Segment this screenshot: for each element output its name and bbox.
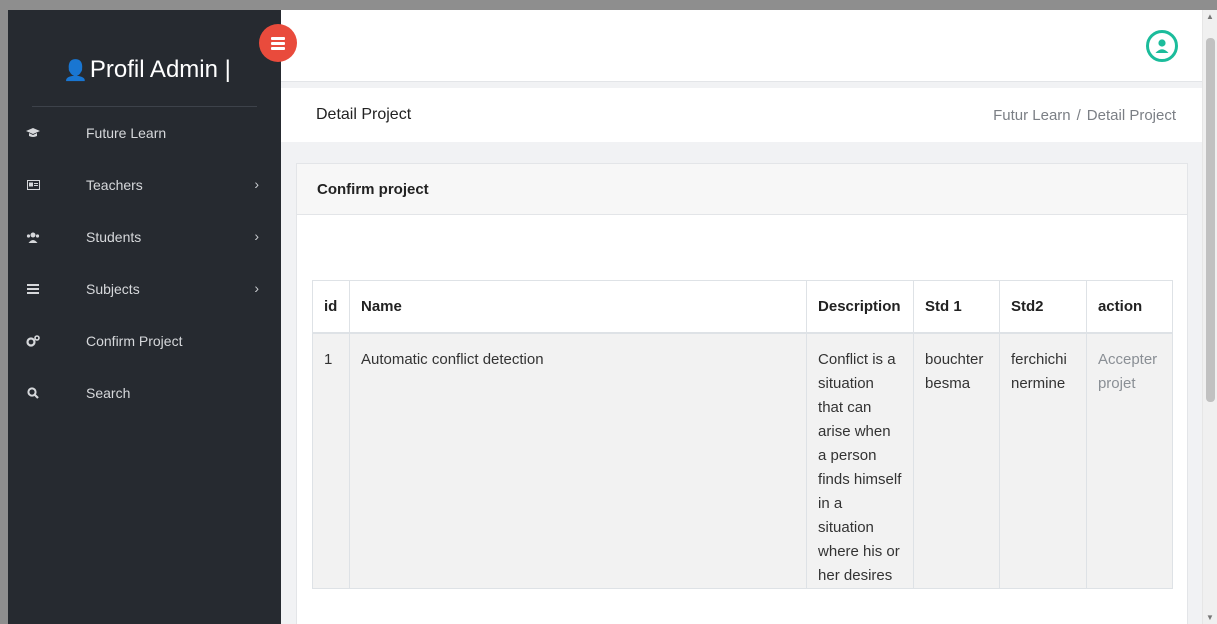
breadcrumb-item-current: Detail Project <box>1086 107 1176 124</box>
column-header-action: action <box>1085 280 1174 334</box>
sidebar-item-teachers[interactable]: Teachers › <box>8 159 281 211</box>
column-header-std2: Std2 <box>999 280 1087 334</box>
scroll-up-arrow-icon[interactable]: ▲ <box>1206 12 1214 21</box>
sidebar-nav: Future Learn Teachers › Students › Subje… <box>8 107 281 419</box>
scroll-down-arrow-icon[interactable]: ▼ <box>1206 613 1214 622</box>
table-header-row: id Name Description Std 1 Std2 action <box>312 280 1174 334</box>
vertical-scrollbar[interactable]: ▲ ▼ <box>1202 10 1217 624</box>
scrollbar-thumb[interactable] <box>1206 38 1215 402</box>
users-icon <box>26 232 40 243</box>
sidebar-item-label: Teachers <box>86 177 143 193</box>
app-window: 👤 Profil Admin | Future Learn Teachers › <box>8 10 1217 624</box>
sidebar-item-label: Subjects <box>86 281 140 297</box>
column-header-description: Description <box>806 280 915 334</box>
card-title: Confirm project <box>297 164 1187 215</box>
sidebar-toggle-button[interactable] <box>259 24 297 62</box>
column-header-id: id <box>312 280 350 334</box>
list-icon <box>26 284 40 294</box>
sidebar: 👤 Profil Admin | Future Learn Teachers › <box>8 10 281 624</box>
cell-description: Conflict is a situation that can arise w… <box>806 332 915 589</box>
breadcrumb-item-home[interactable]: Futur Learn <box>993 107 1071 124</box>
sidebar-item-subjects[interactable]: Subjects › <box>8 263 281 315</box>
brand[interactable]: 👤 Profil Admin | <box>63 56 231 84</box>
cell-std1: bouchter besma <box>913 332 1000 589</box>
column-header-name: Name <box>348 280 808 334</box>
sidebar-item-search[interactable]: Search <box>8 367 281 419</box>
column-header-std1: Std 1 <box>913 280 1000 334</box>
breadcrumb-separator: / <box>1076 107 1081 124</box>
accept-project-link[interactable]: Accepter projet <box>1085 332 1174 589</box>
confirm-project-card: Confirm project id Name Description Std … <box>296 163 1188 624</box>
topbar <box>281 10 1202 82</box>
project-table: id Name Description Std 1 Std2 action 1 … <box>312 280 1174 589</box>
gears-icon <box>26 335 40 347</box>
breadcrumb: Futur Learn / Detail Project <box>993 107 1176 124</box>
brand-label: Profil Admin | <box>89 56 231 83</box>
search-icon <box>26 387 40 399</box>
page-header: Detail Project Futur Learn / Detail Projec… <box>281 88 1202 142</box>
user-secret-icon: 👤 <box>63 59 88 82</box>
chevron-right-icon: › <box>254 228 259 244</box>
sidebar-item-future-learn[interactable]: Future Learn <box>8 107 281 159</box>
sidebar-item-label: Students <box>86 229 142 245</box>
user-circle-icon[interactable] <box>1146 30 1178 62</box>
page-title: Detail Project <box>316 106 412 123</box>
cell-id: 1 <box>312 332 350 589</box>
cell-std2: ferchichi nermine <box>999 332 1087 589</box>
sidebar-item-label: Future Learn <box>86 125 167 141</box>
chevron-right-icon: › <box>254 280 259 296</box>
sidebar-item-confirm-project[interactable]: Confirm Project <box>8 315 281 367</box>
sidebar-item-students[interactable]: Students › <box>8 211 281 263</box>
id-card-icon <box>26 180 40 190</box>
graduation-cap-icon <box>26 127 40 139</box>
cell-name: Automatic conflict detection <box>348 332 808 589</box>
chevron-right-icon: › <box>254 176 259 192</box>
sidebar-item-label: Confirm Project <box>86 333 183 349</box>
table-row: 1 Automatic conflict detection Conflict … <box>312 332 1174 589</box>
sidebar-item-label: Search <box>86 385 131 401</box>
menu-icon <box>271 36 285 50</box>
